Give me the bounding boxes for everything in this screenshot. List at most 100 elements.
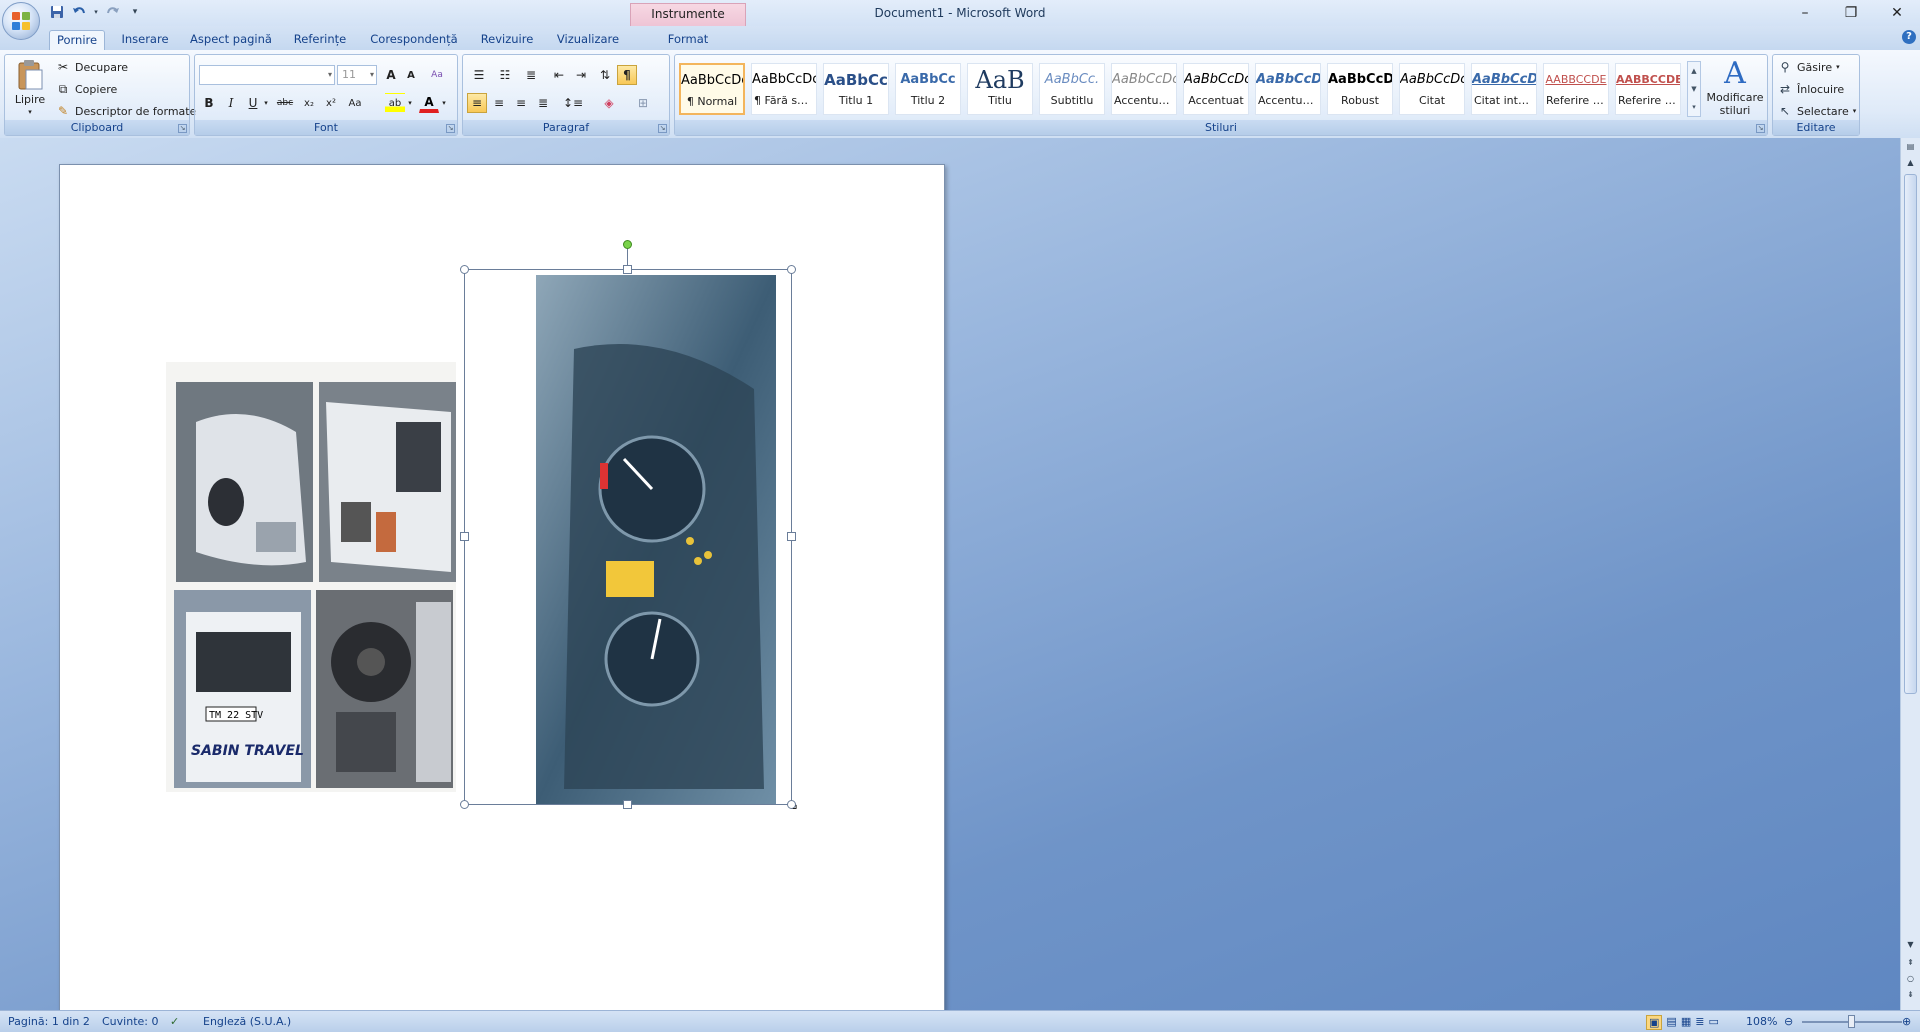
font-size-combo[interactable]: 11 ▾ bbox=[337, 65, 377, 85]
tab-aspect-pagina[interactable]: Aspect pagină bbox=[188, 30, 274, 50]
clear-formatting-button[interactable]: Aa bbox=[427, 65, 447, 85]
rotate-handle[interactable] bbox=[623, 240, 632, 249]
dialog-launcher-icon[interactable]: ↘ bbox=[178, 124, 187, 133]
dialog-launcher-icon[interactable]: ↘ bbox=[446, 124, 455, 133]
justify-icon[interactable]: ≣ bbox=[533, 93, 553, 113]
tab-pornire[interactable]: Pornire bbox=[49, 30, 105, 50]
paste-button[interactable]: Lipire ▾ bbox=[9, 59, 51, 116]
style-normal[interactable]: AaBbCcDc ¶ Normal bbox=[679, 63, 745, 115]
document-page[interactable]: TM 22 STV SABIN TRAVEL ⌟ bbox=[59, 164, 945, 1010]
next-page-icon[interactable]: ⇟ bbox=[1904, 988, 1917, 1002]
ruler-toggle-icon[interactable]: ▤ bbox=[1904, 140, 1917, 154]
scroll-down-icon[interactable]: ▼ bbox=[1904, 938, 1917, 952]
zoom-level[interactable]: 108% bbox=[1746, 1015, 1777, 1028]
cut-button[interactable]: ✂ Decupare bbox=[55, 59, 128, 75]
subscript-button[interactable]: x₂ bbox=[299, 93, 319, 113]
replace-button[interactable]: ⇄ Înlocuire bbox=[1777, 81, 1844, 97]
close-button[interactable]: ✕ bbox=[1874, 0, 1920, 26]
resize-handle-top[interactable] bbox=[623, 265, 632, 274]
borders-icon[interactable]: ⊞ bbox=[629, 93, 657, 113]
shading-icon[interactable]: ◈ bbox=[595, 93, 623, 113]
zoom-slider-thumb[interactable] bbox=[1848, 1015, 1855, 1028]
select-button[interactable]: ↖ Selectare ▾ bbox=[1777, 103, 1856, 119]
tab-corespondenta[interactable]: Corespondență bbox=[366, 30, 462, 50]
previous-page-icon[interactable]: ⇞ bbox=[1904, 956, 1917, 970]
tab-revizuire[interactable]: Revizuire bbox=[475, 30, 539, 50]
style-heading-2[interactable]: AaBbCc Titlu 2 bbox=[895, 63, 961, 115]
scrollbar-thumb[interactable] bbox=[1904, 174, 1917, 694]
style-title[interactable]: AaB Titlu bbox=[967, 63, 1033, 115]
copy-button[interactable]: ⧉ Copiere bbox=[55, 81, 118, 97]
dialog-launcher-icon[interactable]: ↘ bbox=[658, 124, 667, 133]
shrink-font-button[interactable]: A bbox=[401, 65, 421, 85]
resize-handle-bottom-left[interactable] bbox=[460, 800, 469, 809]
line-spacing-icon[interactable]: ↕≡ bbox=[559, 93, 587, 113]
format-painter-button[interactable]: ✎ Descriptor de formate bbox=[55, 103, 196, 119]
style-quote[interactable]: AaBbCcDc Citat bbox=[1399, 63, 1465, 115]
help-icon[interactable]: ? bbox=[1902, 30, 1916, 44]
resize-handle-left[interactable] bbox=[460, 532, 469, 541]
zoom-out-icon[interactable]: ⊖ bbox=[1784, 1015, 1793, 1028]
style-subtitle[interactable]: AaBbCc. Subtitlu bbox=[1039, 63, 1105, 115]
outline-icon[interactable]: ≣ bbox=[1695, 1015, 1704, 1030]
resize-handle-right[interactable] bbox=[787, 532, 796, 541]
style-heading-1[interactable]: AaBbCc Titlu 1 bbox=[823, 63, 889, 115]
superscript-button[interactable]: x² bbox=[321, 93, 341, 113]
font-name-combo[interactable]: ▾ bbox=[199, 65, 335, 85]
chevron-down-icon[interactable]: ▾ bbox=[439, 93, 449, 113]
align-left-icon[interactable]: ≡ bbox=[467, 93, 487, 113]
print-layout-icon[interactable]: ▣ bbox=[1646, 1015, 1663, 1030]
grow-font-button[interactable]: A bbox=[381, 65, 401, 85]
web-layout-icon[interactable]: ▦ bbox=[1681, 1015, 1691, 1030]
style-subtle-reference[interactable]: AABBCCDE Referire s... bbox=[1543, 63, 1609, 115]
browse-object-icon[interactable]: ○ bbox=[1904, 972, 1917, 986]
style-emphasis[interactable]: AaBbCcDc Accentuat bbox=[1183, 63, 1249, 115]
draft-icon[interactable]: ▭ bbox=[1708, 1015, 1718, 1030]
underline-button[interactable]: U bbox=[243, 93, 263, 113]
full-screen-reading-icon[interactable]: ▤ bbox=[1666, 1015, 1676, 1030]
style-strong[interactable]: AaBbCcDc Robust bbox=[1327, 63, 1393, 115]
show-formatting-button[interactable]: ¶ bbox=[617, 65, 637, 85]
dialog-launcher-icon[interactable]: ↘ bbox=[1756, 124, 1765, 133]
multilevel-list-icon[interactable]: ≣ bbox=[519, 65, 543, 85]
tab-referinte[interactable]: Referințe bbox=[288, 30, 352, 50]
resize-handle-top-right[interactable] bbox=[787, 265, 796, 274]
page-count[interactable]: Pagină: 1 din 2 bbox=[8, 1015, 90, 1028]
minimize-button[interactable]: – bbox=[1782, 0, 1828, 26]
office-button[interactable] bbox=[2, 2, 40, 40]
styles-gallery-scroll[interactable]: ▲ ▼ ▾ bbox=[1687, 61, 1701, 117]
numbering-icon[interactable]: ☷ bbox=[493, 65, 517, 85]
tab-format[interactable]: Format bbox=[655, 30, 721, 50]
style-intense-emphasis[interactable]: AaBbCcDc Accentuar... bbox=[1255, 63, 1321, 115]
decrease-indent-icon[interactable]: ⇤ bbox=[549, 65, 569, 85]
collage-image[interactable]: TM 22 STV SABIN TRAVEL bbox=[166, 362, 456, 792]
change-styles-button[interactable]: A Modificare stiluri bbox=[1703, 57, 1767, 118]
chevron-down-icon[interactable]: ▾ bbox=[405, 93, 415, 113]
proofing-icon[interactable]: ✓ bbox=[170, 1015, 179, 1028]
chevron-down-icon[interactable]: ▾ bbox=[261, 93, 271, 113]
word-count[interactable]: Cuvinte: 0 bbox=[102, 1015, 158, 1028]
resize-handle-bottom[interactable] bbox=[623, 800, 632, 809]
style-intense-reference[interactable]: AABBCCDE Referire in... bbox=[1615, 63, 1681, 115]
scroll-up-icon[interactable]: ▲ bbox=[1904, 156, 1917, 170]
language-indicator[interactable]: Engleză (S.U.A.) bbox=[203, 1015, 291, 1028]
italic-button[interactable]: I bbox=[221, 93, 241, 113]
highlight-button[interactable]: ab bbox=[385, 93, 405, 113]
style-no-spacing[interactable]: AaBbCcDc ¶ Fără spa... bbox=[751, 63, 817, 115]
tab-inserare[interactable]: Inserare bbox=[115, 30, 175, 50]
bold-button[interactable]: B bbox=[199, 93, 219, 113]
tab-vizualizare[interactable]: Vizualizare bbox=[552, 30, 624, 50]
align-right-icon[interactable]: ≡ bbox=[511, 93, 531, 113]
find-button[interactable]: ⚲ Găsire ▾ bbox=[1777, 59, 1840, 75]
font-color-button[interactable]: A bbox=[419, 93, 439, 113]
strikethrough-button[interactable]: abc bbox=[275, 93, 295, 113]
style-subtle-emphasis[interactable]: AaBbCcDc Accentuar... bbox=[1111, 63, 1177, 115]
restore-button[interactable]: ❐ bbox=[1828, 0, 1874, 26]
zoom-in-icon[interactable]: ⊕ bbox=[1902, 1015, 1911, 1028]
align-center-icon[interactable]: ≡ bbox=[489, 93, 509, 113]
vertical-scrollbar[interactable]: ▤ ▲ ▼ ⇞ ○ ⇟ bbox=[1900, 138, 1920, 1010]
bullets-icon[interactable]: ☰ bbox=[467, 65, 491, 85]
resize-handle-top-left[interactable] bbox=[460, 265, 469, 274]
increase-indent-icon[interactable]: ⇥ bbox=[571, 65, 591, 85]
change-case-button[interactable]: Aa bbox=[345, 93, 365, 113]
